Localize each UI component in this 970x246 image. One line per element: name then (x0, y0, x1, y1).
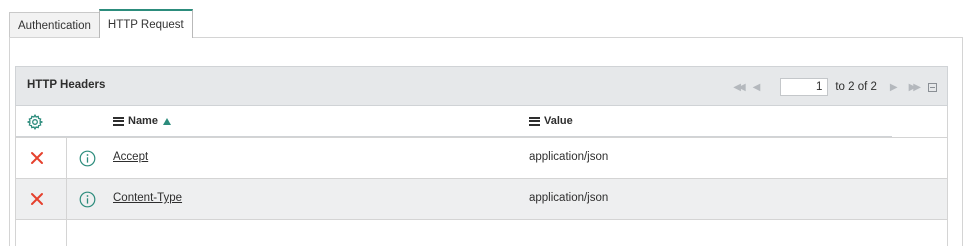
hamburger-icon[interactable] (113, 116, 124, 126)
header-name-link[interactable]: Content-Type (113, 192, 182, 204)
column-header-value[interactable]: Value (529, 115, 573, 127)
tab-authentication[interactable]: Authentication (9, 12, 100, 38)
column-header-name[interactable]: Name (113, 115, 171, 127)
column-header-value-label: Value (544, 115, 573, 127)
delete-icon[interactable] (30, 151, 44, 165)
gear-icon[interactable] (27, 114, 43, 130)
page-number-input[interactable]: 1 (780, 78, 829, 96)
cell-divider (66, 179, 67, 219)
related-list-title: HTTP Headers (27, 79, 106, 91)
info-icon[interactable] (79, 150, 96, 167)
next-page-icon[interactable]: ▶ (890, 82, 898, 93)
column-header-name-label: Name (128, 115, 158, 127)
form-tabs: Authentication HTTP Request (9, 9, 193, 38)
pagination-controls: ◀◀ ◀ 1 to 2 of 2 ▶ ▶▶ (733, 77, 937, 97)
cell-divider (66, 138, 67, 178)
cell-divider (66, 220, 67, 246)
first-page-icon[interactable]: ◀◀ (733, 82, 746, 93)
record-form: Authentication HTTP Request HTTP Headers… (0, 0, 970, 246)
collapse-icon[interactable] (928, 82, 937, 92)
last-page-icon[interactable]: ▶▶ (909, 82, 922, 93)
table-row: Content-Type application/json (16, 178, 947, 219)
http-headers-table: Name Value Accept application/json Conte… (15, 106, 948, 246)
related-list-header: HTTP Headers ◀◀ ◀ 1 to 2 of 2 ▶ ▶▶ (15, 66, 948, 106)
header-value: application/json (529, 192, 609, 204)
header-value: application/json (529, 151, 609, 163)
sort-asc-icon (162, 117, 171, 125)
empty-row (16, 219, 947, 246)
header-name-link[interactable]: Accept (113, 151, 148, 163)
column-header-row: Name Value (16, 106, 947, 137)
delete-icon[interactable] (30, 192, 44, 206)
table-row: Accept application/json (16, 137, 947, 178)
info-icon[interactable] (79, 191, 96, 208)
page-range-text: to 2 of 2 (835, 81, 877, 93)
hamburger-icon[interactable] (529, 116, 540, 126)
tab-http-request[interactable]: HTTP Request (98, 9, 193, 38)
prev-page-icon[interactable]: ◀ (753, 82, 761, 93)
